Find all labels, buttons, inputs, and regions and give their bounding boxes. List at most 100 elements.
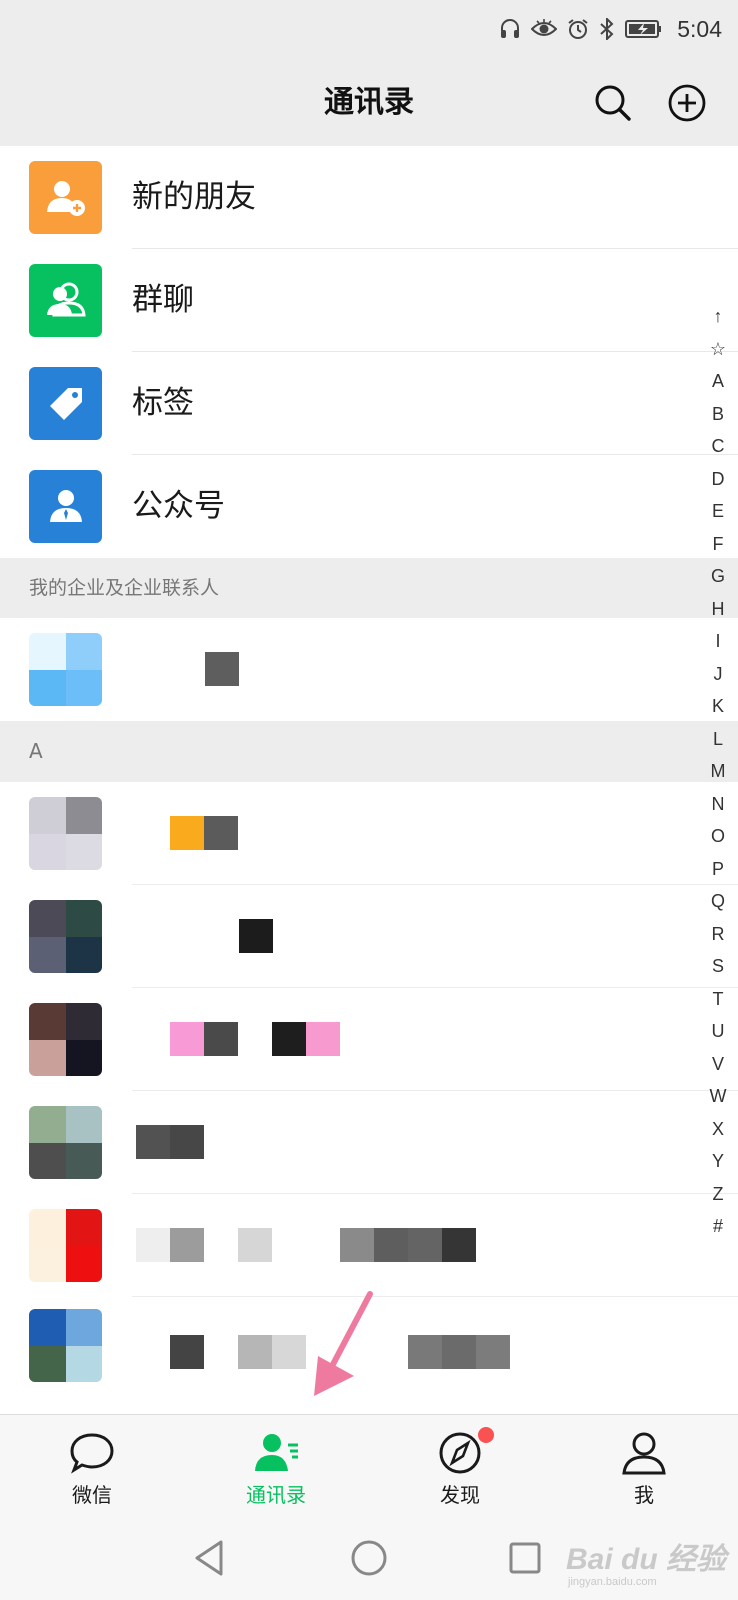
avatar [29,1003,102,1076]
baidu-watermark: Bai du 经验 jingyan.baidu.com [566,1516,734,1596]
recents-button[interactable] [503,1536,547,1580]
contact-row[interactable] [0,1194,738,1297]
contact-name-obscured [136,1125,204,1159]
index-letter[interactable]: E [700,495,736,528]
tab-label: 通讯录 [246,1483,306,1507]
avatar [29,797,102,870]
index-letter[interactable]: P [700,853,736,886]
official-accounts-label: 公众号 [132,488,225,524]
tab-label: 微信 [72,1483,112,1507]
tags-label: 标签 [132,385,194,421]
tab-label: 发现 [440,1483,480,1507]
index-letter[interactable]: D [700,463,736,496]
index-letter[interactable]: G [700,560,736,593]
index-letter[interactable]: I [700,625,736,658]
group-chat-label: 群聊 [132,282,194,318]
recents-square-icon [509,1542,541,1574]
back-button[interactable] [188,1536,232,1580]
status-bar: 5:04 [0,0,738,60]
home-button[interactable] [347,1536,391,1580]
avatar [29,1209,102,1282]
official-accounts-row[interactable]: 公众号 [0,455,738,558]
contact-name-obscured [170,816,238,850]
tab-label: 我 [634,1483,654,1507]
tags-row[interactable]: 标签 [0,352,738,455]
index-letter[interactable]: Y [700,1145,736,1178]
index-letter[interactable]: U [700,1015,736,1048]
index-letter[interactable]: V [700,1048,736,1081]
chat-bubble-icon [70,1433,114,1474]
new-friends-row[interactable]: 新的朋友 [0,146,738,249]
alarm-icon [567,18,589,40]
section-header-a: A [0,721,738,782]
annotation-arrow-icon [310,1290,380,1406]
add-button[interactable] [664,80,710,126]
add-circle-icon [668,84,706,122]
status-time: 5:04 [677,15,722,42]
search-button[interactable] [590,80,636,126]
bottom-tab-bar: 微信 通讯录 发现 我 [0,1414,738,1516]
function-list: 新的朋友 群聊 标签 公众号 [0,146,738,558]
index-letter[interactable]: O [700,820,736,853]
index-letter[interactable]: J [700,658,736,691]
index-letter[interactable]: C [700,430,736,463]
home-circle-icon [351,1540,387,1576]
index-letter[interactable]: # [700,1210,736,1243]
bluetooth-icon [599,18,615,40]
contacts-icon [255,1434,298,1471]
contact-name-obscured [239,919,273,953]
index-letter[interactable]: K [700,690,736,723]
group-chat-icon [29,264,102,337]
contact-name-obscured [136,1228,476,1262]
index-letter[interactable]: A [700,365,736,398]
index-letter[interactable]: T [700,983,736,1016]
contact-row[interactable] [0,988,738,1091]
index-letter[interactable]: X [700,1113,736,1146]
contact-row[interactable] [0,1091,738,1194]
official-account-icon [29,470,102,543]
tab-chats[interactable]: 微信 [32,1415,152,1517]
index-letter[interactable]: N [700,788,736,821]
alphabet-index-bar[interactable]: ↑ ☆ A B C D E F G H I J K L M N O P Q R … [700,300,736,1243]
index-letter[interactable]: M [700,755,736,788]
index-letter[interactable]: B [700,398,736,431]
back-triangle-icon [195,1540,223,1576]
index-letter[interactable]: F [700,528,736,561]
person-icon [622,1432,666,1475]
index-letter[interactable]: W [700,1080,736,1113]
battery-charging-icon [625,18,663,40]
notification-dot [478,1427,494,1443]
enterprise-contact-row[interactable] [0,618,738,721]
section-header-enterprise: 我的企业及企业联系人 [0,558,738,618]
index-letter[interactable]: H [700,593,736,626]
avatar [29,1106,102,1179]
index-letter[interactable]: S [700,950,736,983]
index-letter[interactable]: ↑ [700,300,736,333]
tab-contacts[interactable]: 通讯录 [216,1415,336,1517]
watermark-main: Bai du 经验 [566,1543,727,1576]
contact-name-obscured [205,652,239,686]
eye-icon [531,18,558,40]
watermark-sub: jingyan.baidu.com [568,1576,657,1588]
index-letter[interactable]: Q [700,885,736,918]
status-icons: 5:04 [499,12,722,46]
tab-me[interactable]: 我 [584,1415,704,1517]
group-chat-row[interactable]: 群聊 [0,249,738,352]
contact-row[interactable] [0,782,738,885]
avatar [29,633,102,706]
contact-row[interactable] [0,885,738,988]
search-icon [595,85,631,121]
avatar [29,1309,102,1382]
add-friend-icon [29,161,102,234]
tag-icon [29,367,102,440]
tab-discover[interactable]: 发现 [400,1415,520,1517]
index-letter[interactable]: ☆ [700,333,736,366]
index-letter[interactable]: L [700,723,736,756]
compass-icon [439,1432,481,1474]
avatar [29,900,102,973]
index-letter[interactable]: R [700,918,736,951]
contact-name-obscured [170,1022,340,1056]
top-header: 通讯录 [0,60,738,146]
index-letter[interactable]: Z [700,1178,736,1211]
new-friends-label: 新的朋友 [132,179,256,215]
